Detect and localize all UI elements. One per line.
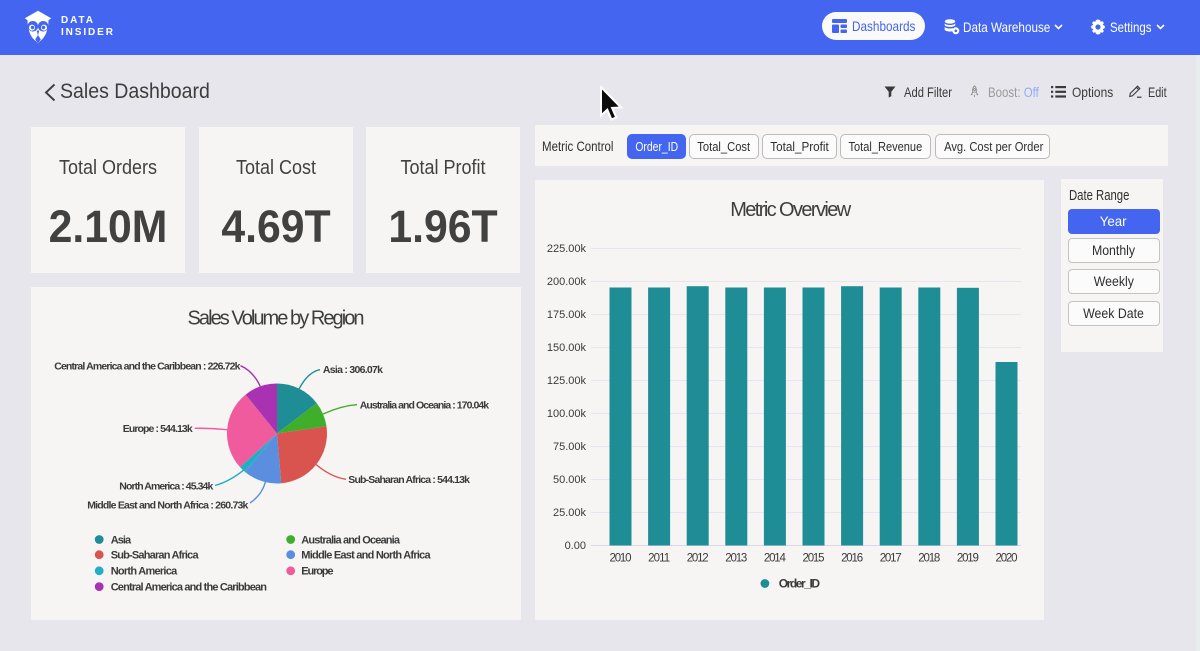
svg-text:2017: 2017 — [880, 553, 902, 565]
svg-text:Central America and the Caribb: Central America and the Caribbean : 226.… — [54, 360, 240, 372]
svg-text:2013: 2013 — [725, 553, 747, 565]
svg-text:2011: 2011 — [648, 553, 670, 565]
svg-text:150.00k: 150.00k — [547, 342, 587, 354]
svg-text:Middle East and North Africa: Middle East and North Africa — [301, 550, 431, 562]
svg-text:0.00: 0.00 — [565, 540, 586, 552]
svg-text:Order_ID: Order_ID — [779, 577, 821, 591]
svg-text:Europe : 544.13k: Europe : 544.13k — [123, 423, 193, 435]
svg-text:Metric Overview: Metric Overview — [730, 199, 852, 221]
svg-text:Australia and Oceania: Australia and Oceania — [301, 534, 401, 546]
svg-text:2010: 2010 — [610, 553, 632, 565]
svg-text:50.00k: 50.00k — [553, 474, 587, 486]
svg-text:2020: 2020 — [996, 553, 1018, 565]
svg-text:125.00k: 125.00k — [547, 375, 587, 387]
svg-text:Asia: Asia — [111, 534, 132, 546]
svg-text:Central America and the Caribb: Central America and the Caribbean — [111, 582, 268, 594]
svg-text:Australia and Oceania : 170.04: Australia and Oceania : 170.04k — [360, 399, 490, 411]
svg-text:2018: 2018 — [918, 553, 940, 565]
svg-text:2012: 2012 — [687, 553, 709, 565]
svg-text:200.00k: 200.00k — [547, 276, 587, 288]
svg-text:75.00k: 75.00k — [553, 441, 587, 453]
svg-text:2014: 2014 — [764, 553, 787, 565]
svg-text:2019: 2019 — [957, 553, 979, 565]
svg-text:Sub-Saharan Africa : 544.13k: Sub-Saharan Africa : 544.13k — [348, 474, 470, 486]
svg-text:Europe: Europe — [301, 566, 333, 578]
svg-text:Sub-Saharan Africa: Sub-Saharan Africa — [111, 550, 200, 562]
svg-text:North America : 45.34k: North America : 45.34k — [119, 481, 213, 493]
svg-text:175.00k: 175.00k — [547, 309, 587, 321]
svg-text:North America: North America — [111, 566, 178, 578]
svg-text:100.00k: 100.00k — [547, 408, 587, 420]
svg-text:225.00k: 225.00k — [547, 243, 587, 255]
svg-text:2015: 2015 — [803, 553, 825, 565]
svg-text:Asia : 306.07k: Asia : 306.07k — [323, 364, 383, 376]
svg-text:2016: 2016 — [841, 553, 863, 565]
svg-text:25.00k: 25.00k — [553, 507, 587, 519]
svg-text:Sales Volume by Region: Sales Volume by Region — [188, 308, 365, 330]
svg-text:Middle East and North Africa :: Middle East and North Africa : 260.73k — [87, 499, 248, 511]
